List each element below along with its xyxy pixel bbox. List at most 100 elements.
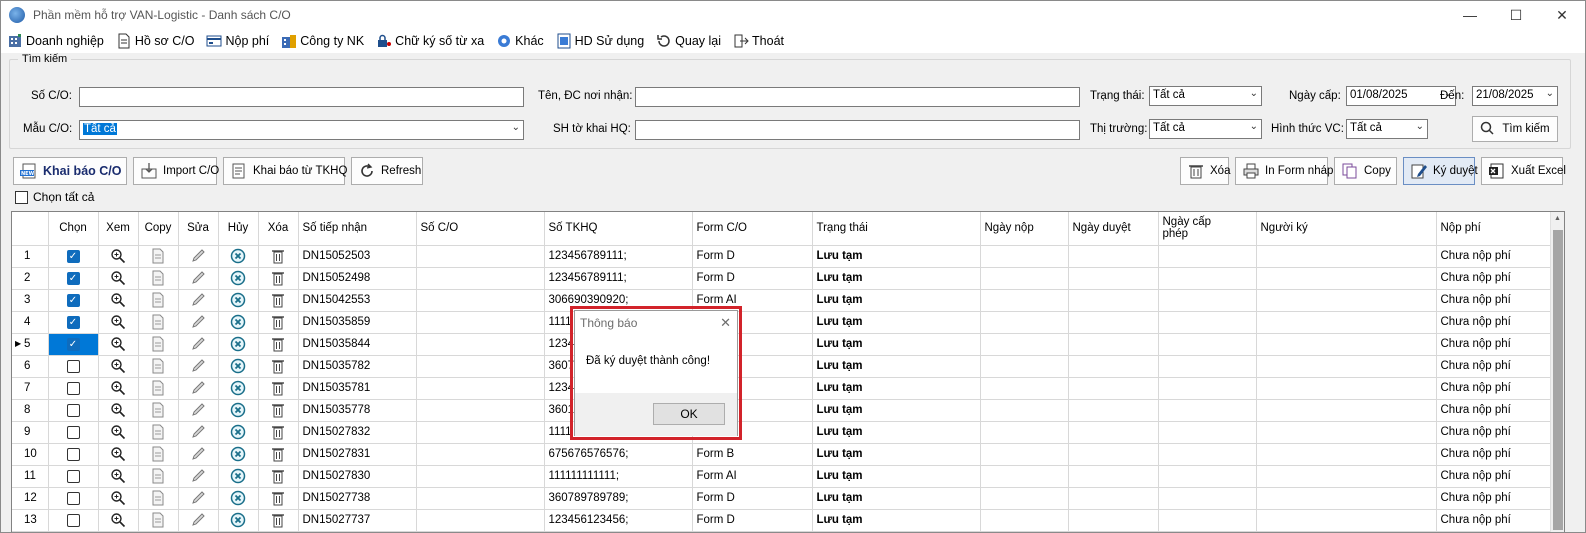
chon-cell[interactable] [48,377,99,400]
chon-cell[interactable] [48,509,99,532]
row-checkbox[interactable] [66,359,80,373]
table-row[interactable]: 4 ✓ DN15035859 1111 Lưu tạm Chưa nộp phí [12,311,1553,334]
zoom-icon[interactable] [110,491,126,506]
menu-quay-lai[interactable]: Quay lại [656,33,721,49]
col-so-tiep-nhan[interactable]: Số tiếp nhận [298,212,417,246]
hinh-thuc-select[interactable]: Tất cả ⌄ [1346,119,1428,139]
edit-cell[interactable] [178,377,219,400]
delete-cell[interactable] [258,311,299,334]
row-number[interactable]: 4 [12,311,49,334]
table-row[interactable]: 13 DN15027737 123456123456; Form D Lưu tạm Ch… [12,509,1553,532]
copy-cell[interactable] [138,355,179,378]
view-cell[interactable] [98,421,139,444]
menu-doanh-nghiep[interactable]: Doanh nghiệp [7,33,104,49]
delete-cell[interactable] [258,421,299,444]
copy-cell[interactable] [138,311,179,334]
delete-cell[interactable] [258,377,299,400]
chon-cell[interactable]: ✓ [48,245,99,268]
zoom-icon[interactable] [110,425,126,440]
edit-cell[interactable] [178,267,219,290]
trash-icon[interactable] [271,514,285,528]
col-so-tkhq[interactable]: Số TKHQ [544,212,693,246]
delete-cell[interactable] [258,399,299,422]
zoom-icon[interactable] [110,447,126,462]
chon-tat-ca-checkbox[interactable]: Chọn tất cả [15,190,94,204]
chon-cell[interactable] [48,421,99,444]
col-nguoi-ky[interactable]: Người ký [1256,212,1437,246]
zoom-icon[interactable] [110,337,126,352]
copy-cell[interactable] [138,421,179,444]
pencil-icon[interactable] [190,359,206,372]
row-checkbox[interactable]: ✓ [66,337,80,351]
delete-cell[interactable] [258,487,299,510]
copy-doc-icon[interactable] [151,292,165,308]
row-checkbox[interactable]: ✓ [66,271,80,285]
pencil-icon[interactable] [190,447,206,460]
trang-thai-select[interactable]: Tất cả ⌄ [1149,86,1262,106]
row-number[interactable]: 3 [12,289,49,312]
row-number[interactable]: ▶ 5 [12,333,49,356]
row-number[interactable]: 6 [12,355,49,378]
cancel-circle-icon[interactable] [230,270,246,286]
zoom-icon[interactable] [110,293,126,308]
row-checkbox[interactable]: ✓ [66,249,80,263]
cancel-cell[interactable] [218,355,259,378]
copy-doc-icon[interactable] [151,336,165,352]
table-row[interactable]: 11 DN15027830 111111111111; Form AI Lưu tạm C… [12,465,1553,488]
cancel-circle-icon[interactable] [230,446,246,462]
edit-cell[interactable] [178,333,219,356]
khai-bao-co-button[interactable]: NEW Khai báo C/O [13,157,127,185]
cancel-cell[interactable] [218,443,259,466]
view-cell[interactable] [98,509,139,532]
cancel-cell[interactable] [218,421,259,444]
row-checkbox[interactable] [66,403,80,417]
view-cell[interactable] [98,487,139,510]
trash-icon[interactable] [271,294,285,308]
pencil-icon[interactable] [190,491,206,504]
cancel-circle-icon[interactable] [230,512,246,528]
zoom-icon[interactable] [110,271,126,286]
chon-cell[interactable] [48,487,99,510]
delete-cell[interactable] [258,245,299,268]
pencil-icon[interactable] [190,513,206,526]
chon-cell[interactable] [48,443,99,466]
trash-icon[interactable] [271,470,285,484]
table-row[interactable]: 2 ✓ DN15052498 123456789111; Form D Lưu tạm Ch… [12,267,1553,290]
thi-truong-select[interactable]: Tất cả ⌄ [1149,119,1262,139]
cancel-circle-icon[interactable] [230,490,246,506]
view-cell[interactable] [98,289,139,312]
copy-cell[interactable] [138,333,179,356]
cancel-cell[interactable] [218,245,259,268]
trash-icon[interactable] [271,492,285,506]
ky-duyet-button[interactable]: Ký duyệt [1403,157,1478,185]
edit-cell[interactable] [178,421,219,444]
close-icon[interactable]: ✕ [720,315,731,331]
copy-doc-icon[interactable] [151,314,165,330]
cancel-circle-icon[interactable] [230,336,246,352]
trash-icon[interactable] [271,360,285,374]
cancel-circle-icon[interactable] [230,314,246,330]
cancel-cell[interactable] [218,333,259,356]
table-row[interactable]: 6 DN15035782 3607 Lưu tạm Chưa nộp phí [12,355,1553,378]
minimize-button[interactable]: — [1447,1,1493,29]
col-ngay-cap-phep[interactable]: Ngày cấp phép [1158,212,1257,246]
copy-doc-icon[interactable] [151,380,165,396]
copy-doc-icon[interactable] [151,248,165,264]
menu-khac[interactable]: Khác [496,33,544,49]
cancel-cell[interactable] [218,399,259,422]
delete-cell[interactable] [258,465,299,488]
col-xem[interactable]: Xem [98,212,139,246]
trash-icon[interactable] [271,272,285,286]
cancel-circle-icon[interactable] [230,468,246,484]
den-picker[interactable]: 21/08/2025 ⌄ [1472,86,1558,106]
delete-cell[interactable] [258,333,299,356]
pencil-icon[interactable] [190,249,206,262]
table-row[interactable]: ▶ 5 ✓ DN15035844 1234 Lưu tạm Chưa nộp phí [12,333,1553,356]
cancel-circle-icon[interactable] [230,358,246,374]
cancel-circle-icon[interactable] [230,424,246,440]
copy-doc-icon[interactable] [151,358,165,374]
row-checkbox[interactable] [66,491,80,505]
khai-bao-tkhq-button[interactable]: Khai báo từ TKHQ [223,157,347,185]
cancel-circle-icon[interactable] [230,380,246,396]
pencil-icon[interactable] [190,293,206,306]
